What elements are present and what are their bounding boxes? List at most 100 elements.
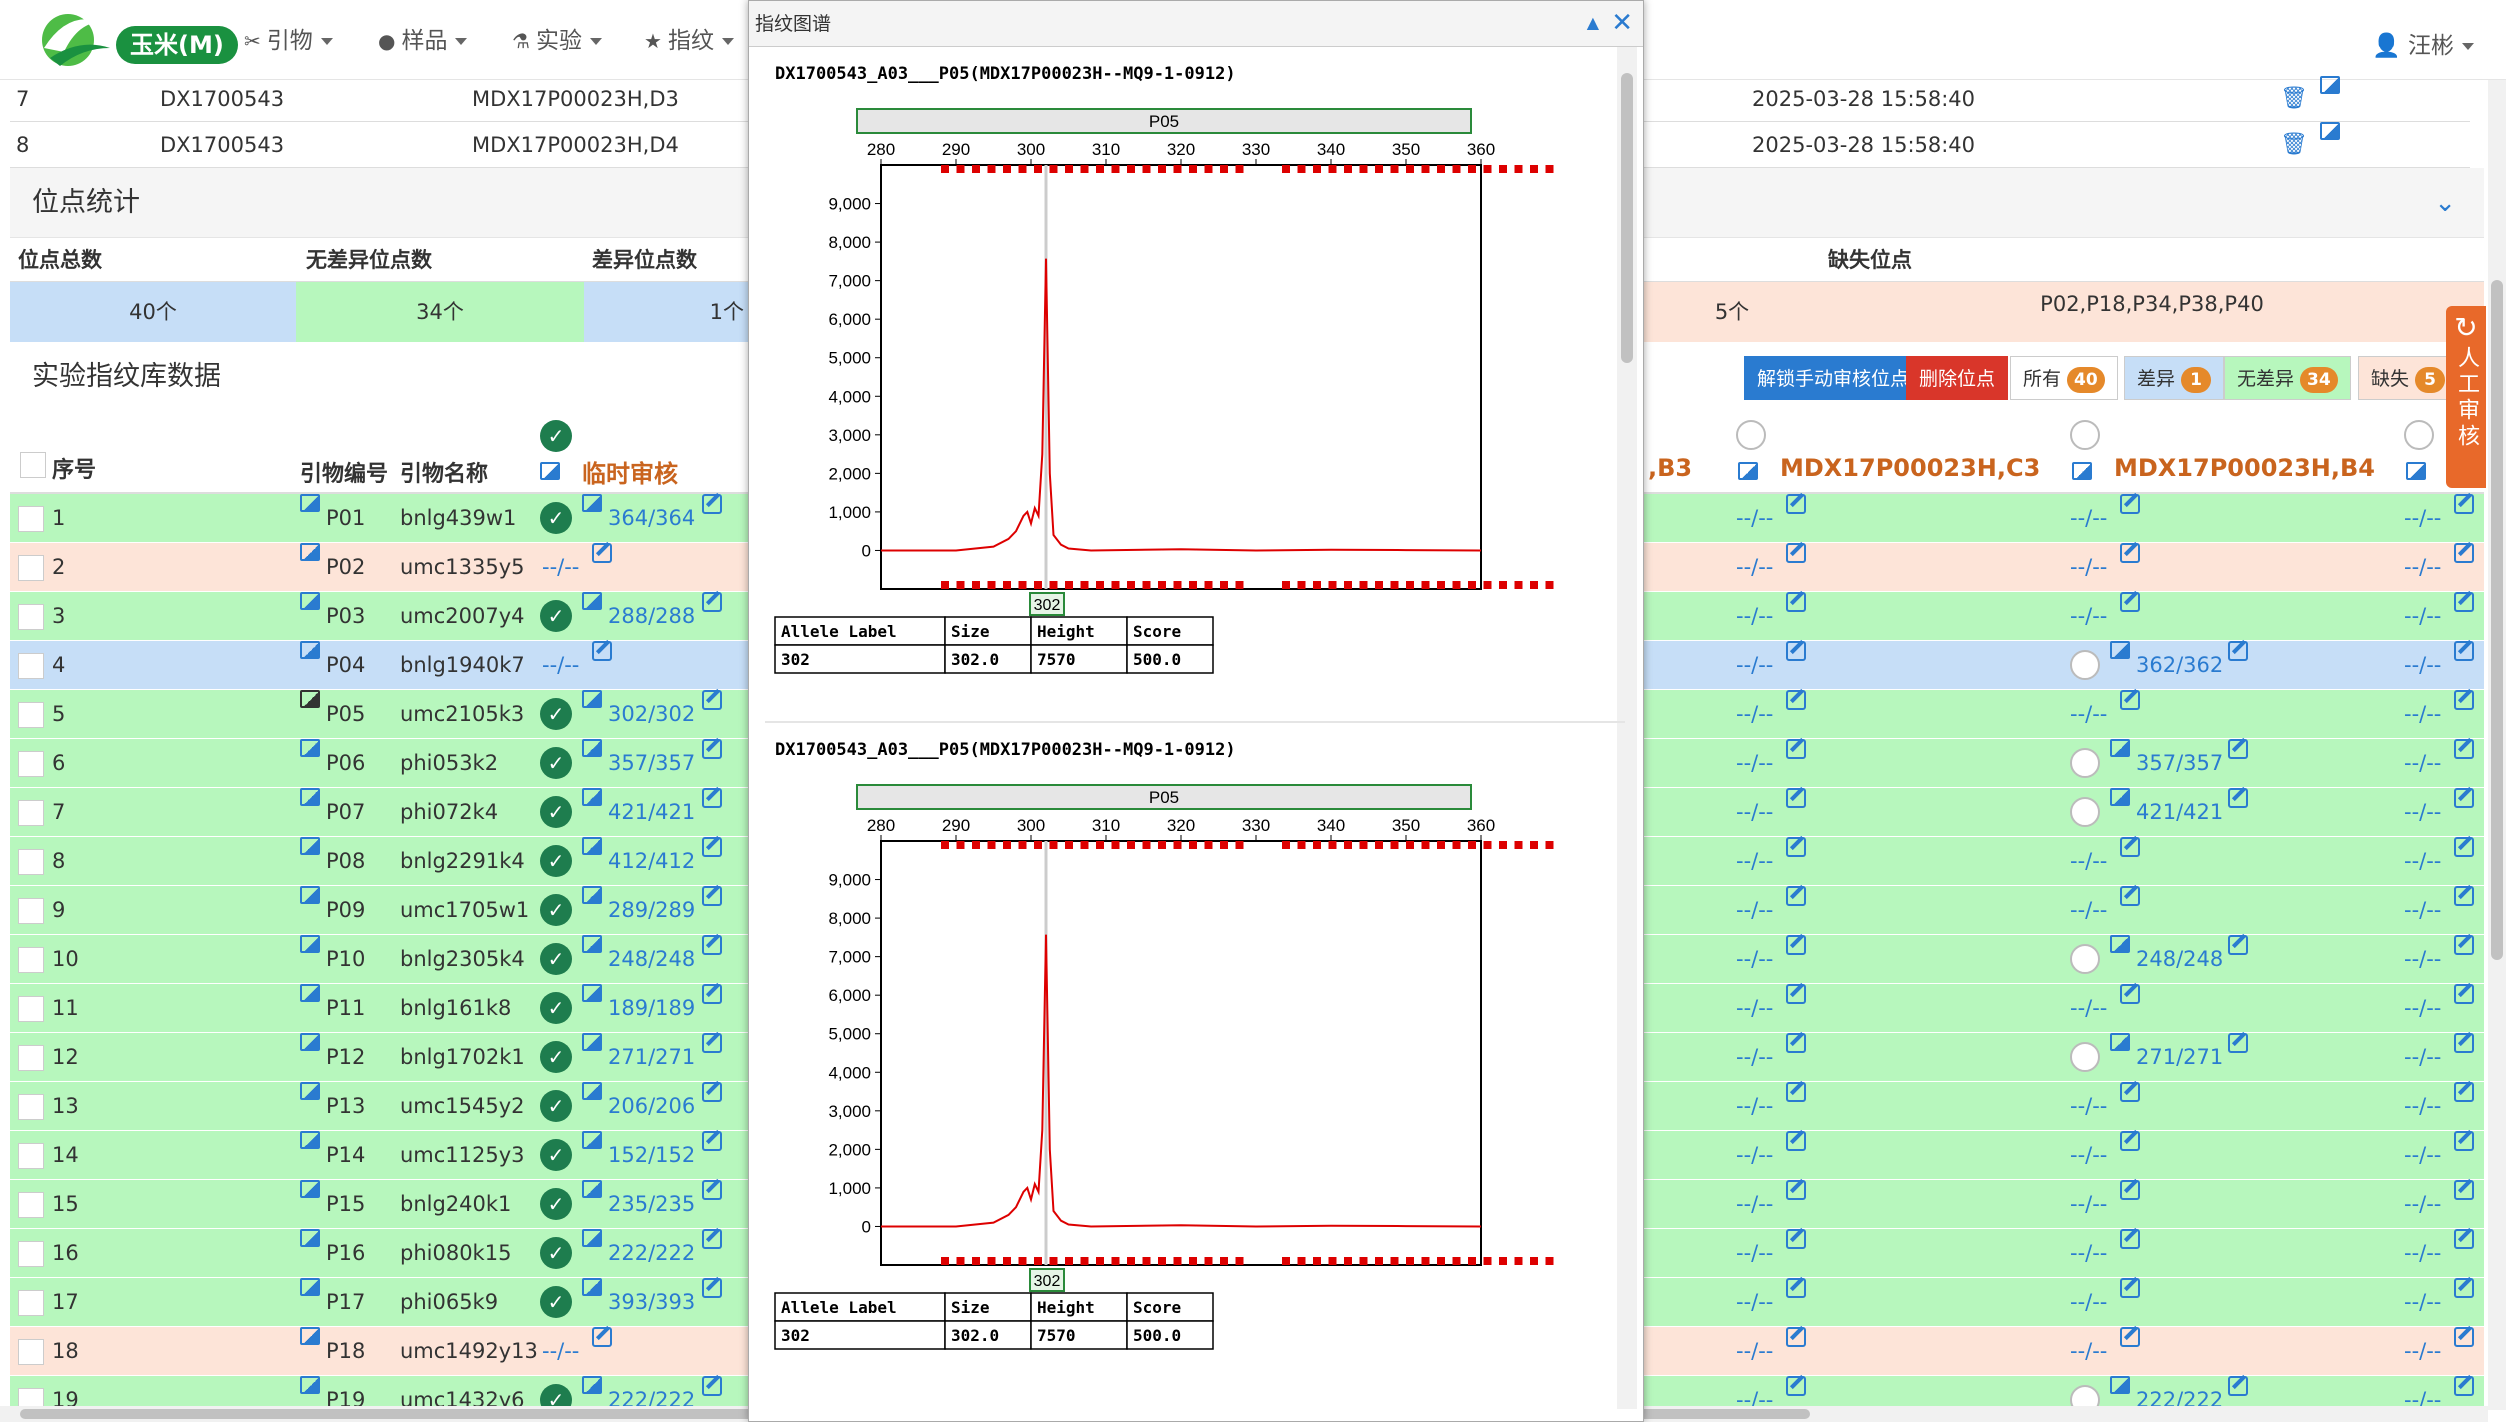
- filter-missing[interactable]: 缺失 5: [2358, 356, 2459, 400]
- c3-value[interactable]: --/--: [1736, 1327, 1773, 1376]
- b4-value[interactable]: 421/421: [2136, 788, 2223, 837]
- row-checkbox[interactable]: [18, 1045, 44, 1071]
- b4-value[interactable]: --/--: [2070, 886, 2107, 935]
- b4-value[interactable]: --/--: [2070, 1131, 2107, 1180]
- vertical-scrollbar[interactable]: [2488, 80, 2506, 1410]
- temp-review-value[interactable]: 412/412: [608, 837, 695, 886]
- b4-value[interactable]: 362/362: [2136, 641, 2223, 690]
- nav-experiments[interactable]: ⚗ 实验: [512, 26, 602, 56]
- row-checkbox[interactable]: [18, 1143, 44, 1169]
- c3-value[interactable]: --/--: [1736, 788, 1773, 837]
- close-icon[interactable]: ✕: [1611, 9, 1633, 37]
- next-col-value[interactable]: --/--: [2404, 690, 2441, 739]
- temp-review-value[interactable]: 421/421: [608, 788, 695, 837]
- b4-value[interactable]: --/--: [2070, 1229, 2107, 1278]
- row-checkbox[interactable]: [18, 653, 44, 679]
- temp-review-value[interactable]: 189/189: [608, 984, 695, 1033]
- next-col-value[interactable]: --/--: [2404, 494, 2441, 543]
- temp-review-value[interactable]: 364/364: [608, 494, 695, 543]
- c3-value[interactable]: --/--: [1736, 641, 1773, 690]
- filter-no-diff[interactable]: 无差异 34: [2224, 356, 2351, 400]
- select-circle[interactable]: [2070, 420, 2100, 456]
- next-col-value[interactable]: --/--: [2404, 935, 2441, 984]
- b4-value[interactable]: --/--: [2070, 1327, 2107, 1376]
- temp-review-value[interactable]: --/--: [542, 1327, 579, 1376]
- c3-value[interactable]: --/--: [1736, 494, 1773, 543]
- select-circle[interactable]: [2404, 420, 2434, 456]
- b4-value[interactable]: --/--: [2070, 690, 2107, 739]
- next-col-value[interactable]: --/--: [2404, 1082, 2441, 1131]
- next-col-value[interactable]: --/--: [2404, 739, 2441, 788]
- c3-value[interactable]: --/--: [1736, 984, 1773, 1033]
- temp-review-value[interactable]: 302/302: [608, 690, 695, 739]
- b4-value[interactable]: --/--: [2070, 1082, 2107, 1131]
- next-col-value[interactable]: --/--: [2404, 543, 2441, 592]
- c3-value[interactable]: --/--: [1736, 1082, 1773, 1131]
- temp-review-value[interactable]: 288/288: [608, 592, 695, 641]
- scroll-thumb[interactable]: [2491, 280, 2503, 960]
- brand-label[interactable]: 玉米(M): [116, 26, 238, 64]
- row-checkbox[interactable]: [18, 702, 44, 728]
- c3-value[interactable]: --/--: [1736, 935, 1773, 984]
- temp-review-value[interactable]: 271/271: [608, 1033, 695, 1082]
- temp-review-value[interactable]: 152/152: [608, 1131, 695, 1180]
- row-checkbox[interactable]: [18, 751, 44, 777]
- dialog-title-bar[interactable]: 指纹图谱 ▲ ✕: [749, 1, 1643, 47]
- row-checkbox[interactable]: [18, 1241, 44, 1267]
- next-col-value[interactable]: --/--: [2404, 788, 2441, 837]
- c3-value[interactable]: --/--: [1736, 1131, 1773, 1180]
- filter-diff[interactable]: 差异 1: [2124, 356, 2225, 400]
- user-menu[interactable]: 👤 汪彬: [2372, 26, 2474, 60]
- image-icon[interactable]: [1738, 458, 1758, 483]
- col-ok-icon[interactable]: ✓: [540, 420, 572, 452]
- next-col-value[interactable]: --/--: [2404, 1278, 2441, 1327]
- row-checkbox[interactable]: [18, 947, 44, 973]
- c3-value[interactable]: --/--: [1736, 1033, 1773, 1082]
- unlock-review-button[interactable]: 解锁手动审核位点: [1744, 356, 1923, 400]
- temp-review-value[interactable]: 393/393: [608, 1278, 695, 1327]
- b4-value[interactable]: 357/357: [2136, 739, 2223, 788]
- select-circle[interactable]: [1736, 420, 1766, 456]
- row-checkbox[interactable]: [18, 555, 44, 581]
- row-checkbox[interactable]: [18, 1094, 44, 1120]
- next-col-value[interactable]: --/--: [2404, 1131, 2441, 1180]
- next-col-value[interactable]: --/--: [2404, 641, 2441, 690]
- c3-value[interactable]: --/--: [1736, 690, 1773, 739]
- next-col-value[interactable]: --/--: [2404, 1229, 2441, 1278]
- next-col-value[interactable]: --/--: [2404, 984, 2441, 1033]
- c3-value[interactable]: --/--: [1736, 837, 1773, 886]
- row-checkbox[interactable]: [18, 604, 44, 630]
- b4-value[interactable]: --/--: [2070, 494, 2107, 543]
- b4-value[interactable]: --/--: [2070, 1180, 2107, 1229]
- b4-value[interactable]: --/--: [2070, 984, 2107, 1033]
- temp-review-value[interactable]: 222/222: [608, 1229, 695, 1278]
- select-all-checkbox[interactable]: [20, 452, 46, 478]
- temp-review-value[interactable]: --/--: [542, 543, 579, 592]
- temp-review-value[interactable]: 235/235: [608, 1180, 695, 1229]
- temp-review-value[interactable]: 248/248: [608, 935, 695, 984]
- row-checkbox[interactable]: [18, 1339, 44, 1365]
- row-checkbox[interactable]: [18, 1192, 44, 1218]
- b4-value[interactable]: --/--: [2070, 1278, 2107, 1327]
- b4-value[interactable]: --/--: [2070, 592, 2107, 641]
- row-checkbox[interactable]: [18, 849, 44, 875]
- row-checkbox[interactable]: [18, 996, 44, 1022]
- c3-value[interactable]: --/--: [1736, 543, 1773, 592]
- row-checkbox[interactable]: [18, 898, 44, 924]
- temp-review-value[interactable]: 357/357: [608, 739, 695, 788]
- image-icon[interactable]: [2406, 458, 2426, 483]
- image-icon[interactable]: [2072, 458, 2092, 483]
- row-checkbox[interactable]: [18, 800, 44, 826]
- row-checkbox[interactable]: [18, 1290, 44, 1316]
- image-icon[interactable]: [540, 458, 560, 483]
- collapse-icon[interactable]: ▲: [1587, 9, 1599, 37]
- dialog-scrollbar[interactable]: [1617, 47, 1637, 1409]
- nav-fingerprints[interactable]: ★ 指纹: [644, 26, 734, 56]
- next-col-value[interactable]: --/--: [2404, 1180, 2441, 1229]
- c3-value[interactable]: --/--: [1736, 886, 1773, 935]
- filter-all[interactable]: 所有 40: [2010, 356, 2118, 400]
- manual-review-button[interactable]: ↻ 人工审核: [2446, 306, 2486, 488]
- c3-value[interactable]: --/--: [1736, 1180, 1773, 1229]
- c3-value[interactable]: --/--: [1736, 592, 1773, 641]
- temp-review-value[interactable]: 289/289: [608, 886, 695, 935]
